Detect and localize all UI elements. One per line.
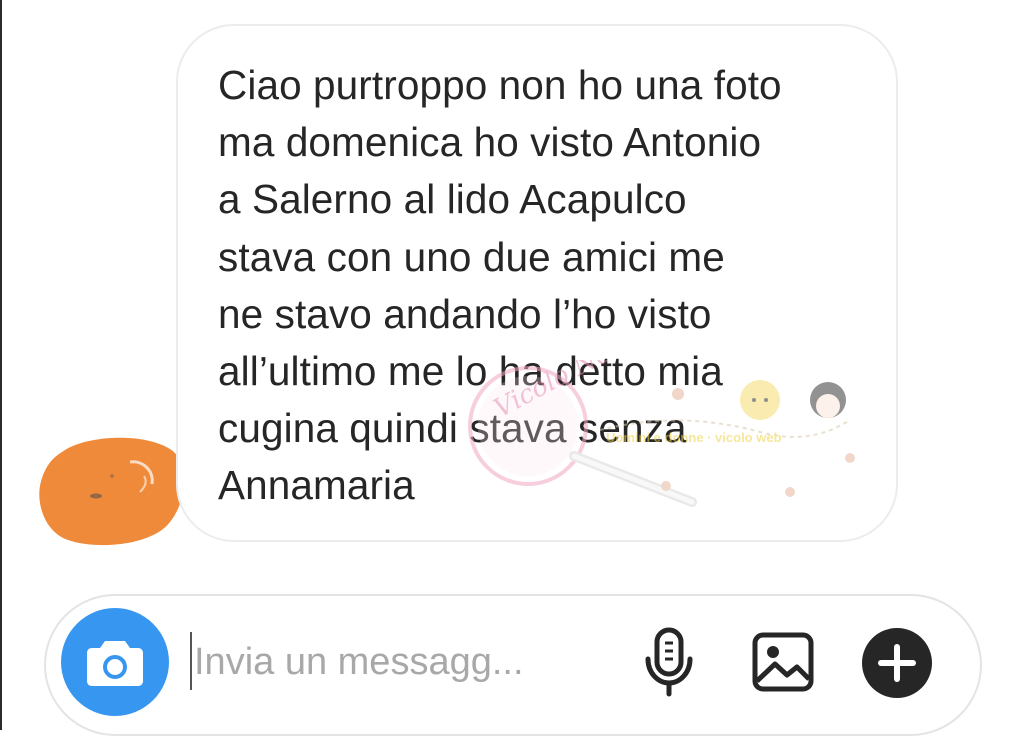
avatar-redaction-icon [39,437,185,546]
message-input[interactable] [194,632,614,692]
microphone-button[interactable] [637,626,701,698]
screen-edge [0,0,2,730]
gallery-button[interactable] [748,628,818,696]
avatar[interactable] [38,436,185,548]
microphone-icon [645,627,693,697]
gallery-icon [752,632,814,692]
message-text: Ciao purtroppo non ho una foto ma domeni… [218,62,782,509]
camera-icon [87,641,143,686]
add-button[interactable] [860,626,934,700]
plus-icon [862,628,932,698]
text-cursor [190,632,192,690]
camera-button[interactable] [61,608,169,716]
